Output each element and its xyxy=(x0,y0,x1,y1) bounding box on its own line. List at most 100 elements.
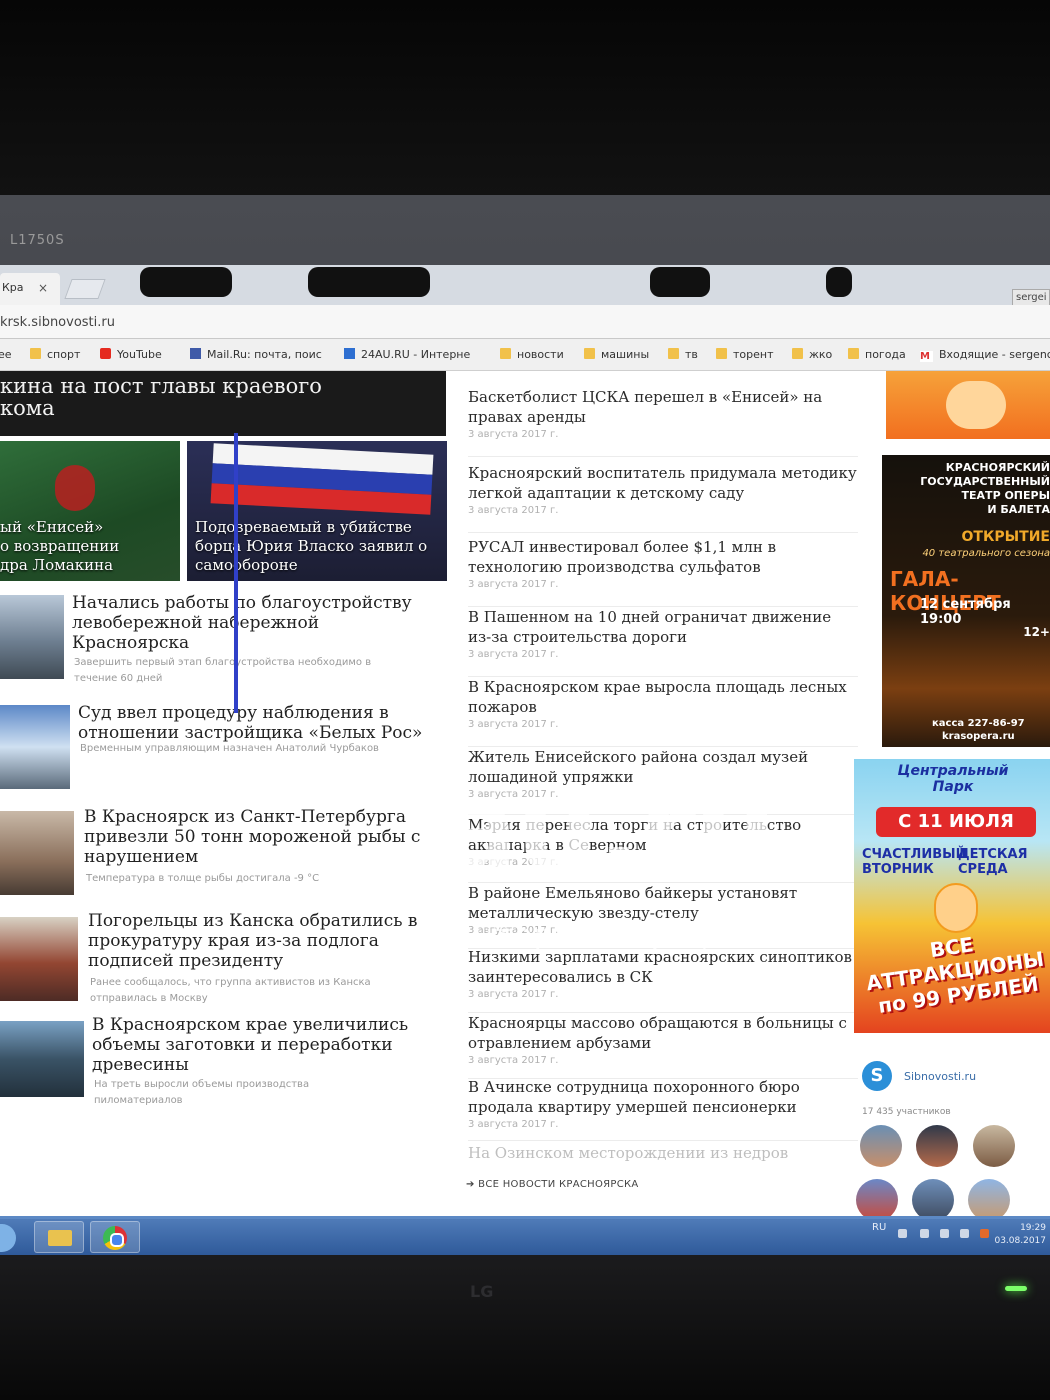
url-text[interactable]: krsk.sibnovosti.ru xyxy=(0,315,115,330)
bookmark-news[interactable]: новости xyxy=(500,348,564,361)
news-item[interactable]: Начались работы по благоустройству левоб… xyxy=(0,593,446,693)
feed-title[interactable]: В Ачинске сотрудница похоронного бюро пр… xyxy=(468,1077,858,1117)
mailru-icon xyxy=(190,348,201,359)
opera-ad-box-office: касса 227-86-97 krasopera.ru xyxy=(932,718,1025,742)
clock-time: 19:29 xyxy=(1020,1223,1046,1233)
park-ad-date: С 11 ИЮЛЯ xyxy=(876,807,1036,837)
feed-title[interactable]: Красноярцы массово обращаются в больницы… xyxy=(468,1013,858,1053)
feed-item-faded[interactable]: На Озинском месторождении из недров xyxy=(468,1143,858,1163)
address-bar[interactable]: krsk.sibnovosti.ru xyxy=(0,305,1050,339)
opera-theatre-ad[interactable]: КРАСНОЯРСКИЙ ГОСУДАРСТВЕННЫЙ ТЕАТР ОПЕРЫ… xyxy=(882,455,1050,747)
opera-ad-opening: ОТКРЫТИЕ xyxy=(961,529,1050,545)
bookmark-gmail[interactable]: M Входящие - sergenc xyxy=(920,348,1050,362)
start-button[interactable] xyxy=(0,1224,16,1252)
cartoon-ad-banner[interactable] xyxy=(886,371,1050,439)
feed-title[interactable]: На Озинском месторождении из недров xyxy=(468,1143,858,1163)
network-icon[interactable] xyxy=(940,1229,949,1238)
bookmark-youtube[interactable]: YouTube xyxy=(100,348,162,361)
photo-news-card[interactable]: Подозреваемый в убийстве борца Юрия Влас… xyxy=(187,441,447,581)
member-avatar[interactable] xyxy=(968,1179,1010,1221)
folder-icon xyxy=(848,348,859,359)
feed-item[interactable]: В Ачинске сотрудница похоронного бюро пр… xyxy=(468,1077,858,1141)
feed-title[interactable]: Баскетболист ЦСКА перешел в «Енисей» на … xyxy=(468,387,858,427)
news-summary: Ранее сообщалось, что группа активистов … xyxy=(90,977,371,1004)
russian-flag-image xyxy=(210,443,434,515)
headline-banner[interactable]: кина на пост главы краевого кома xyxy=(0,371,446,436)
member-avatar[interactable] xyxy=(973,1125,1015,1167)
feed-title[interactable]: Красноярский воспитатель придумала метод… xyxy=(468,463,858,503)
windows-taskbar: RU 19:29 03.08.2017 xyxy=(0,1216,1050,1255)
chrome-icon xyxy=(103,1226,127,1250)
news-thumbnail xyxy=(0,811,74,895)
feed-item[interactable]: В Красноярском крае выросла площадь лесн… xyxy=(468,677,858,747)
antivirus-icon[interactable] xyxy=(980,1229,989,1238)
feed-title[interactable]: РУСАЛ инвестировал более $1,1 млн в техн… xyxy=(468,537,858,577)
feed-date: 3 августа 2017 г. xyxy=(468,649,559,660)
member-avatar[interactable] xyxy=(916,1125,958,1167)
feed-item[interactable]: Низкими зарплатами красноярских синоптик… xyxy=(468,947,858,1013)
news-title[interactable]: Начались работы по благоустройству левоб… xyxy=(72,593,412,653)
bookmark-label: торент xyxy=(733,348,774,361)
cartoon-character-image xyxy=(946,381,1006,429)
feed-item[interactable]: В Пашенном на 10 дней ограничат движение… xyxy=(468,607,858,677)
central-park-ad[interactable]: Центральный Парк С 11 ИЮЛЯ СЧАСТЛИВЫЙ ВТ… xyxy=(854,759,1050,1033)
park-ad-promo: ВСЕ АТТРАКЦИОНЫ по 99 РУБЛЕЙ xyxy=(864,932,1046,1018)
language-indicator[interactable]: RU xyxy=(872,1222,886,1233)
folder-icon xyxy=(792,348,803,359)
bookmark-zhko[interactable]: жко xyxy=(792,348,832,361)
news-item[interactable]: Погорельцы из Канска обратились в прокур… xyxy=(0,911,446,1011)
all-news-link[interactable]: ➔ ВСЕ НОВОСТИ КРАСНОЯРСКА xyxy=(466,1179,639,1190)
bookmark-torrent[interactable]: торент xyxy=(716,348,774,361)
system-clock[interactable]: 19:29 03.08.2017 xyxy=(994,1222,1046,1248)
member-avatar[interactable] xyxy=(856,1179,898,1221)
news-title[interactable]: Погорельцы из Канска обратились в прокур… xyxy=(88,911,417,971)
tray-arrow-icon[interactable] xyxy=(898,1229,907,1238)
photo-news-card[interactable]: ый «Енисей» о возвращении дра Ломакина xyxy=(0,441,180,581)
news-item[interactable]: В Красноярск из Санкт-Петербурга привезл… xyxy=(0,807,446,907)
flag-icon[interactable] xyxy=(960,1229,969,1238)
bookmark-24au[interactable]: 24AU.RU - Интерне xyxy=(344,348,470,361)
bookmark-weather[interactable]: погода xyxy=(848,348,906,361)
banner-title: кина на пост главы краевого кома xyxy=(0,374,322,420)
explorer-taskbar-button[interactable] xyxy=(34,1221,84,1253)
browser-tab[interactable]: Кра xyxy=(0,273,60,305)
feed-item[interactable]: Красноярцы массово обращаются в больницы… xyxy=(468,1013,858,1079)
new-tab-button[interactable] xyxy=(64,279,106,299)
tape-strip xyxy=(308,267,430,297)
browser-tabbar: Кра × sergei xyxy=(0,265,1050,307)
bookmark-label: тв xyxy=(685,348,698,361)
feed-item[interactable]: Красноярский воспитатель придумала метод… xyxy=(468,463,858,533)
member-avatar[interactable] xyxy=(912,1179,954,1221)
bookmark-cars[interactable]: машины xyxy=(584,348,649,361)
bookmark-sport[interactable]: спорт xyxy=(30,348,80,361)
feed-date: 3 августа 2017 г. xyxy=(468,1055,559,1066)
folder-icon xyxy=(668,348,679,359)
monitor-model-label: L1750S xyxy=(10,233,65,248)
news-title[interactable]: В Красноярск из Санкт-Петербурга привезл… xyxy=(84,807,420,867)
bookmark-tv[interactable]: тв xyxy=(668,348,698,361)
monitor-stand-area xyxy=(0,1250,1050,1400)
feed-date: 3 августа 2017 г. xyxy=(468,1119,559,1130)
bookmark-overflow[interactable]: ee xyxy=(0,348,12,361)
sibnovosti-logo-icon[interactable]: S xyxy=(862,1061,892,1091)
tape-strip xyxy=(650,267,710,297)
community-name[interactable]: Sibnovosti.ru xyxy=(904,1070,976,1083)
news-item[interactable]: Суд ввел процедуру наблюдения в отношени… xyxy=(0,701,446,801)
feed-item[interactable]: РУСАЛ инвестировал более $1,1 млн в техн… xyxy=(468,537,858,607)
feed-title[interactable]: В Пашенном на 10 дней ограничат движение… xyxy=(468,607,858,647)
tab-close-icon[interactable]: × xyxy=(38,281,48,295)
feed-date: 3 августа 2017 г. xyxy=(468,719,559,730)
feed-item[interactable]: Баскетболист ЦСКА перешел в «Енисей» на … xyxy=(468,387,858,457)
member-avatar[interactable] xyxy=(860,1125,902,1167)
feed-title[interactable]: В Красноярском крае выросла площадь лесн… xyxy=(468,677,858,717)
news-title[interactable]: В Красноярском крае увеличились объемы з… xyxy=(92,1015,408,1075)
24au-icon xyxy=(344,348,355,359)
bookmark-mailru[interactable]: Mail.Ru: почта, поис xyxy=(190,348,322,361)
news-title[interactable]: Суд ввел процедуру наблюдения в отношени… xyxy=(78,703,422,743)
news-item[interactable]: В Красноярском крае увеличились объемы з… xyxy=(0,1015,446,1115)
opera-ad-season: 40 театрального сезона xyxy=(922,548,1050,559)
news-thumbnail xyxy=(0,705,70,789)
feed-date: 3 августа 2017 г. xyxy=(468,505,559,516)
chrome-taskbar-button[interactable] xyxy=(90,1221,140,1253)
volume-icon[interactable] xyxy=(920,1229,929,1238)
